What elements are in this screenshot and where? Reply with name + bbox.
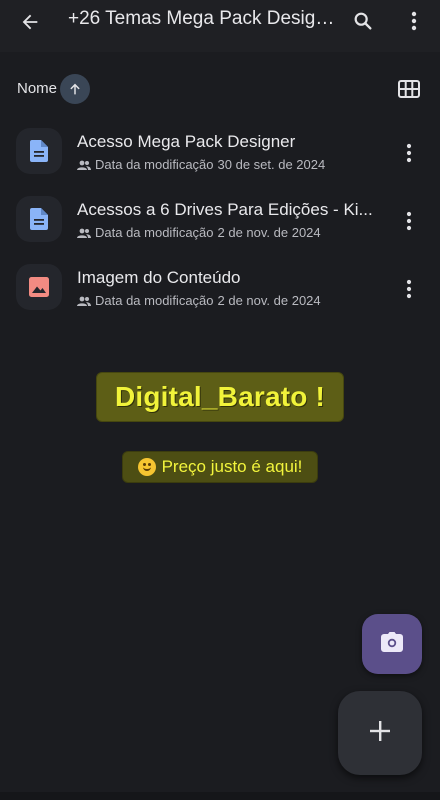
shared-people-icon xyxy=(77,227,91,239)
file-name: Imagem do Conteúdo xyxy=(77,268,241,287)
search-icon[interactable] xyxy=(348,6,378,36)
smiley-icon xyxy=(137,458,156,476)
file-row[interactable]: Acessos a 6 Drives Para Edições - Ki... … xyxy=(0,188,440,256)
sort-label[interactable]: Nome xyxy=(17,80,57,97)
folder-title: +26 Temas Mega Pack Designer xyxy=(68,8,338,29)
more-vert-icon[interactable] xyxy=(398,208,420,234)
modified-date: 30 de set. de 2024 xyxy=(217,157,326,172)
document-icon xyxy=(16,128,62,174)
modified-label: Data da modificação xyxy=(95,293,214,308)
promo-banner: Digital_Barato ! xyxy=(96,372,344,422)
file-list: Acesso Mega Pack Designer Data da modifi… xyxy=(0,120,440,324)
file-meta: Data da modificação 30 de set. de 2024 xyxy=(77,157,325,172)
image-icon xyxy=(16,264,62,310)
grid-view-icon[interactable] xyxy=(396,77,422,101)
camera-icon xyxy=(381,631,403,657)
file-meta: Data da modificação 2 de nov. de 2024 xyxy=(77,293,321,308)
shared-people-icon xyxy=(77,295,91,307)
promo-tagline-text: Preço justo é aqui! xyxy=(161,457,303,476)
more-vert-icon[interactable] xyxy=(400,6,428,36)
document-icon xyxy=(16,196,62,242)
modified-label: Data da modificação xyxy=(95,157,214,172)
sort-bar: Nome xyxy=(0,70,440,108)
arrow-back-icon[interactable] xyxy=(14,6,46,38)
camera-button[interactable] xyxy=(362,614,422,674)
drive-folder-screen: +26 Temas Mega Pack Designer Nome Acesso… xyxy=(0,0,440,800)
modified-date: 2 de nov. de 2024 xyxy=(217,225,321,240)
file-name: Acesso Mega Pack Designer xyxy=(77,132,296,151)
arrow-up-icon[interactable] xyxy=(60,74,90,104)
more-vert-icon[interactable] xyxy=(398,140,420,166)
modified-date: 2 de nov. de 2024 xyxy=(217,293,321,308)
system-nav-bar xyxy=(0,792,440,800)
plus-icon xyxy=(368,719,392,748)
add-button[interactable] xyxy=(338,691,422,775)
promo-banner-text: Digital_Barato ! xyxy=(114,381,326,412)
file-row[interactable]: Imagem do Conteúdo Data da modificação 2… xyxy=(0,256,440,324)
file-meta: Data da modificação 2 de nov. de 2024 xyxy=(77,225,321,240)
shared-people-icon xyxy=(77,159,91,171)
top-app-bar: +26 Temas Mega Pack Designer xyxy=(0,0,440,52)
file-row[interactable]: Acesso Mega Pack Designer Data da modifi… xyxy=(0,120,440,188)
file-name: Acessos a 6 Drives Para Edições - Ki... xyxy=(77,200,373,219)
more-vert-icon[interactable] xyxy=(398,276,420,302)
promo-tagline: Preço justo é aqui! xyxy=(122,451,318,483)
modified-label: Data da modificação xyxy=(95,225,214,240)
